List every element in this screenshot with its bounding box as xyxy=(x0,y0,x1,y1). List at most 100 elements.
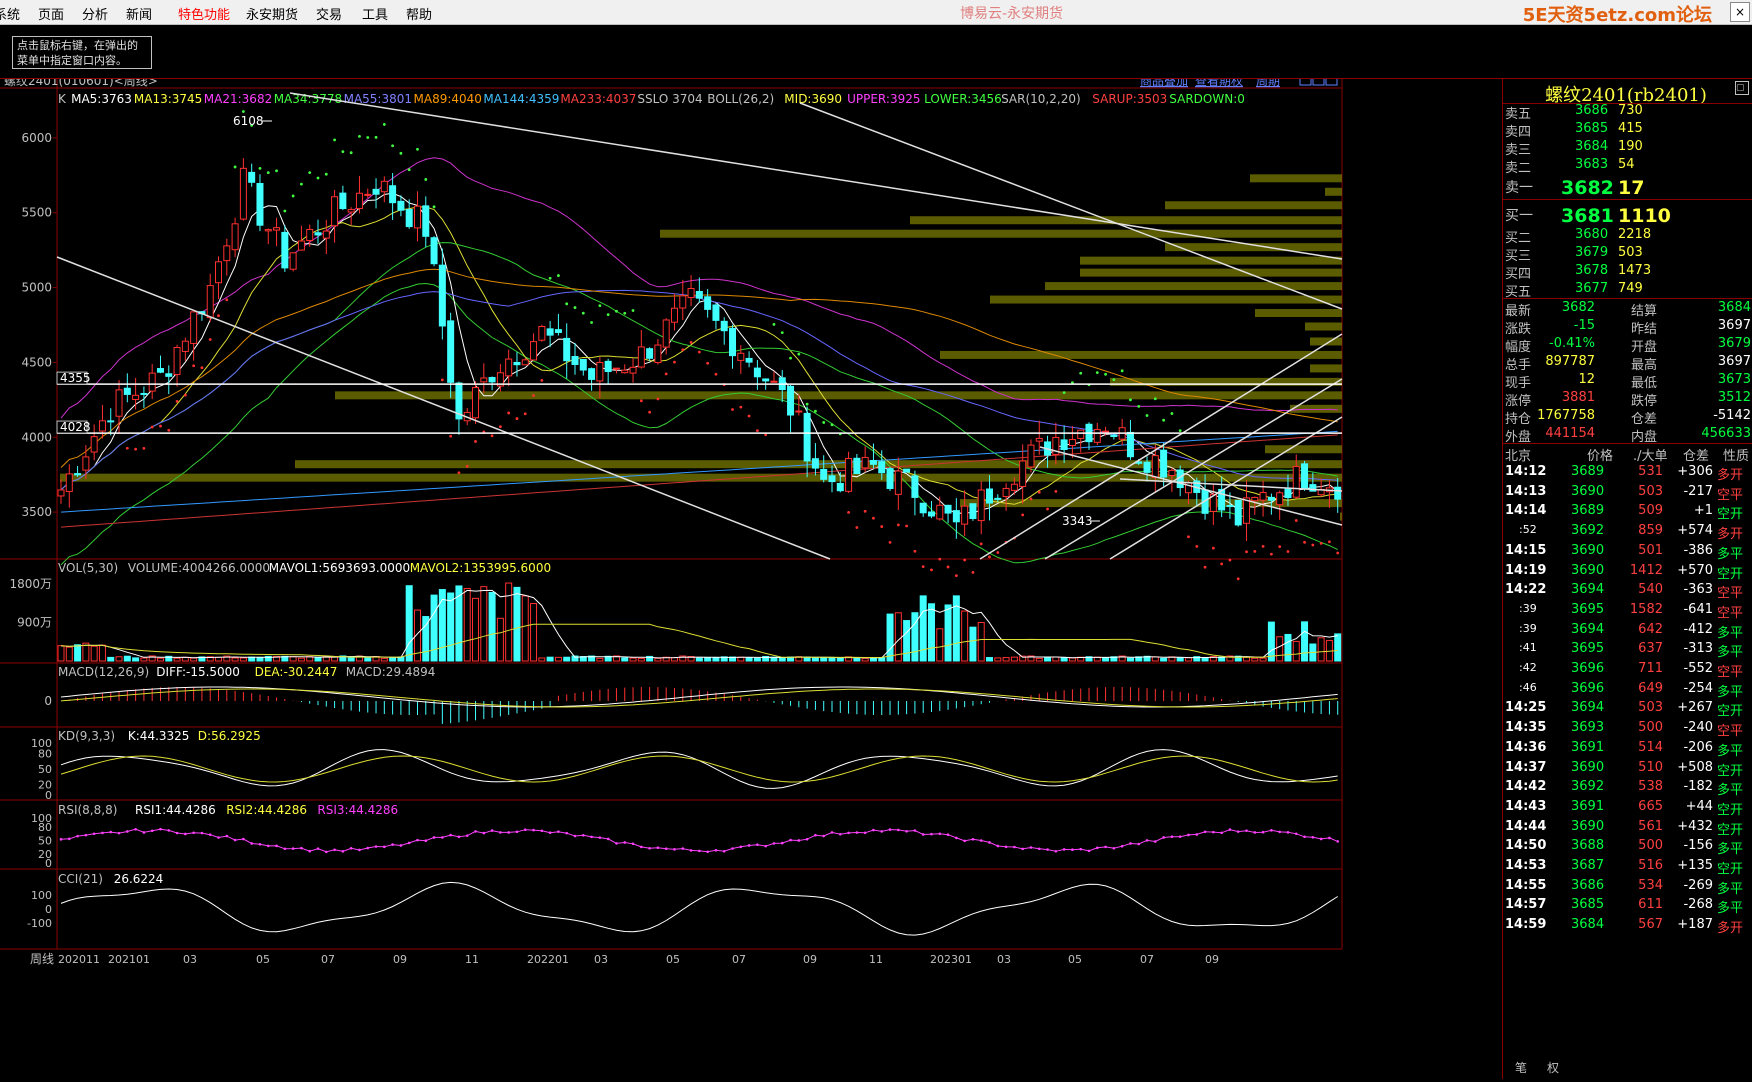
menu-item-3[interactable]: 新闻 xyxy=(126,4,152,23)
candle-body xyxy=(927,511,935,517)
sar-dot xyxy=(1162,418,1166,422)
menu-item-5[interactable]: 永安期货 xyxy=(246,4,298,23)
tick-row: :42 3696 711 -552 空平 xyxy=(1503,661,1752,681)
ma-legend-6: MA89:4040 xyxy=(414,92,482,106)
sar-dot xyxy=(308,171,312,175)
tick-oi: +44 xyxy=(1685,798,1713,814)
kline-chart-area[interactable]: 螺纹2401(010601)<周线> 商品叠加 查看期权 周期 K MA5:3763 MA1… xyxy=(0,73,1502,1079)
panel-toggle-icon[interactable]: ▢ xyxy=(1735,81,1749,95)
vol-legend-0: VOL(5,30) xyxy=(58,561,118,575)
sar-dot xyxy=(863,509,867,513)
hint-box: 点击鼠标右键，在弹出的 菜单中指定窗口内容。 xyxy=(12,36,152,69)
volume-bar xyxy=(1068,657,1076,662)
candle-body xyxy=(770,380,778,383)
candle-body xyxy=(1292,466,1300,498)
menu-item-8[interactable]: 帮助 xyxy=(406,4,432,23)
separator xyxy=(1503,298,1752,299)
sar-dot xyxy=(1336,551,1340,555)
candle-body xyxy=(588,368,596,380)
candle-body xyxy=(1226,504,1234,507)
tick-price: 3690 xyxy=(1571,542,1605,558)
candle-body xyxy=(289,252,297,270)
volume-bar xyxy=(554,656,562,662)
x-axis-label: 202201 xyxy=(527,953,569,966)
volume-bar xyxy=(488,591,496,662)
volume-bar xyxy=(927,603,935,662)
chart-button-1[interactable]: 查看期权 xyxy=(1195,74,1243,88)
tick-price: 3691 xyxy=(1571,798,1605,814)
stat-value: 12 xyxy=(1578,372,1595,387)
candle-body xyxy=(1002,487,1010,498)
chart-button-0[interactable]: 商品叠加 xyxy=(1140,73,1188,88)
stat-value: 897787 xyxy=(1545,354,1595,369)
vol-legend-2: MAVOL1:5693693.0000 xyxy=(269,561,410,575)
hint-line-1: 点击鼠标右键，在弹出的 xyxy=(17,39,138,52)
sar-dot xyxy=(623,311,627,315)
tick-nature: 多平 xyxy=(1717,842,1744,858)
tick-header-price: 价格 xyxy=(1587,449,1614,464)
candle-body xyxy=(140,392,148,395)
quote-tabs: 笔权 xyxy=(1503,1056,1752,1078)
volume-bar xyxy=(869,657,877,662)
quote-tab-1[interactable]: 权 xyxy=(1547,1059,1559,1076)
tick-oi: -386 xyxy=(1683,542,1713,558)
quote-tab-0[interactable]: 笔 xyxy=(1515,1059,1527,1076)
menu-item-0[interactable]: 系统 xyxy=(0,4,20,23)
sar-dot xyxy=(954,574,958,578)
sar-dot xyxy=(333,138,336,142)
volume-bar xyxy=(778,657,786,662)
tick-nature: 空平 xyxy=(1717,724,1744,740)
volume-bar xyxy=(538,657,546,662)
close-icon[interactable]: × xyxy=(1730,2,1750,22)
candle-body xyxy=(215,261,223,284)
tick-price: 3688 xyxy=(1571,838,1605,854)
candle-body xyxy=(1301,463,1309,489)
volume-profile-bar xyxy=(910,216,1342,225)
sar-dot xyxy=(449,434,453,438)
tick-volume: 637 xyxy=(1638,641,1663,657)
menu-item-4[interactable]: 特色功能 xyxy=(178,4,230,23)
bid-price: 3681 xyxy=(1561,205,1614,227)
candle-body xyxy=(662,319,670,348)
volume-bar xyxy=(57,645,65,662)
tick-price: 3689 xyxy=(1571,503,1605,519)
sar-dot xyxy=(1037,490,1041,494)
volume-bar xyxy=(563,656,571,662)
volume-bar xyxy=(380,657,388,662)
stat-value: 3881 xyxy=(1561,390,1595,405)
bid-row: 买三 3679 503 xyxy=(1503,245,1752,265)
sar-dot xyxy=(814,409,817,413)
macd-legend-2: DEA:-30.2447 xyxy=(255,665,338,679)
sar-dot xyxy=(648,410,652,414)
menu-item-6[interactable]: 交易 xyxy=(316,4,342,23)
price-tick-label: 4500 xyxy=(21,355,52,369)
tick-oi: +306 xyxy=(1677,464,1713,479)
tick-row: 14:15 3690 501 -386 多平 xyxy=(1503,543,1752,563)
kd-tick-label: 80 xyxy=(38,747,52,760)
candle-body xyxy=(339,192,347,210)
sar-dot xyxy=(407,168,411,172)
stat-value: 456633 xyxy=(1701,426,1751,441)
tick-header-nature: 性质 xyxy=(1723,449,1750,464)
menu-item-7[interactable]: 工具 xyxy=(362,4,388,23)
sar-dot xyxy=(714,372,718,376)
volume-bar xyxy=(181,656,189,662)
volume-bar xyxy=(1334,633,1342,662)
sar-dot xyxy=(150,425,154,429)
chart-button-2[interactable]: 周期 xyxy=(1256,74,1280,88)
menu-item-1[interactable]: 页面 xyxy=(38,4,64,23)
candle-body xyxy=(646,348,654,359)
sar-dot xyxy=(888,541,892,544)
volume-bar xyxy=(447,592,455,662)
sar-dot xyxy=(822,421,826,424)
kline-chart[interactable]: 螺纹2401(010601)<周线> 商品叠加 查看期权 周期K MA5:3763 MA1… xyxy=(0,73,1502,1079)
tick-oi: +1 xyxy=(1693,503,1713,519)
sar-dot xyxy=(192,364,196,368)
volume-bar xyxy=(1060,657,1068,662)
sar-dot xyxy=(474,440,477,443)
menu-item-2[interactable]: 分析 xyxy=(82,4,108,23)
ma-legend-5: MA55:3801 xyxy=(344,92,412,106)
ask-label: 卖四 xyxy=(1505,125,1532,140)
candle-body xyxy=(123,387,131,395)
candle-body xyxy=(1151,455,1159,478)
